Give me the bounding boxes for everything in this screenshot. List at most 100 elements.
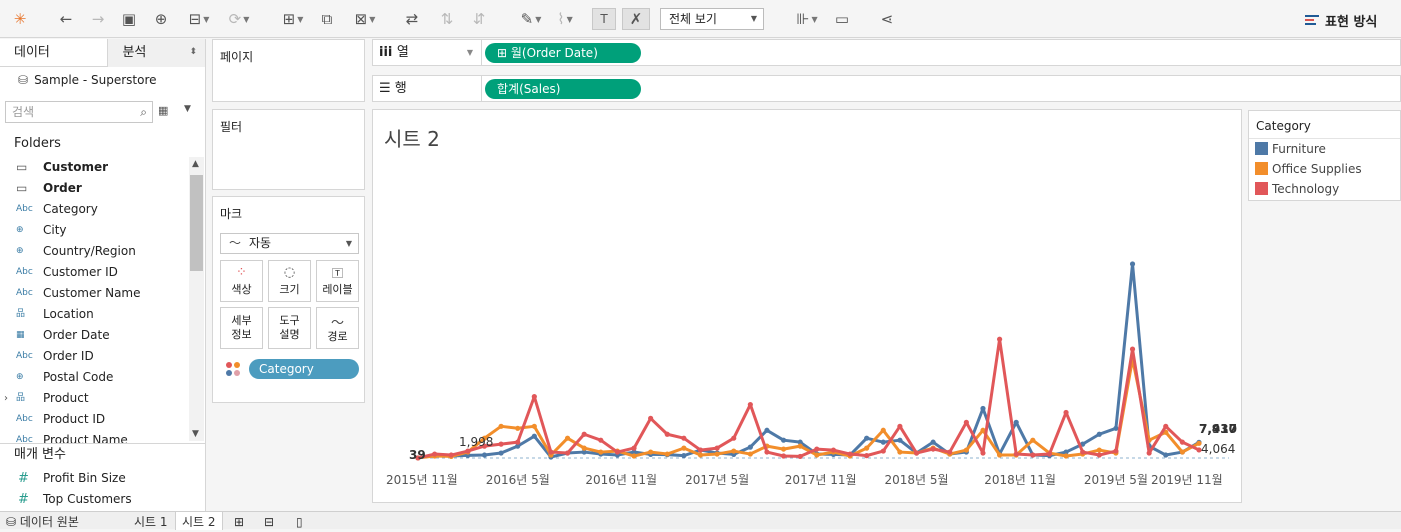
share-icon[interactable]: ⋖ [876, 8, 898, 30]
field-item[interactable]: Abc Category [0, 199, 190, 220]
search-row: 검색 ⌕ ▦ ▼ [0, 101, 205, 131]
color-legend: Category Furniture Office Supplies Techn… [1248, 110, 1401, 201]
highlight-icon[interactable]: ✎ ▼ [514, 8, 548, 30]
scroll-up-icon[interactable]: ▲ [192, 159, 199, 169]
field-list-scrollbar[interactable]: ▲ ▼ [189, 157, 204, 441]
field-item[interactable]: ▭ Order [0, 178, 190, 199]
redo-icon[interactable]: → [87, 8, 109, 30]
legend-item[interactable]: Office Supplies [1249, 159, 1400, 179]
field-item[interactable]: Abc Product ID [0, 409, 190, 430]
parameter-label: Top Customers [43, 492, 132, 506]
filters-card[interactable]: 필터 [212, 109, 365, 190]
field-item[interactable]: ▭ Customer [0, 157, 190, 178]
field-item[interactable]: ⊕ Postal Code [0, 367, 190, 388]
category-color-pill[interactable]: Category [249, 359, 359, 379]
field-item[interactable]: › 品 Product [0, 388, 190, 409]
search-input[interactable]: 검색 ⌕ [5, 101, 153, 123]
chevron-right-icon[interactable]: › [4, 388, 8, 409]
data-point [1179, 449, 1185, 455]
chevron-down-icon: ▼ [345, 239, 352, 248]
tooltip-button[interactable]: 도구 설명 [268, 307, 311, 349]
color-button[interactable]: ⁘ 색상 [220, 260, 263, 302]
show-me-button[interactable]: 표현 방식 [1305, 11, 1377, 30]
mark-type-dropdown[interactable]: 〜 자동 ▼ [220, 233, 359, 254]
new-sheet-icon[interactable]: ⊞ [228, 512, 250, 530]
data-point [731, 448, 737, 454]
duplicate-sheet-icon[interactable]: ⧉ [316, 8, 338, 30]
new-worksheet-icon[interactable]: ⊞ ▼ [276, 8, 310, 30]
field-item[interactable]: Abc Customer ID [0, 262, 190, 283]
new-dashboard-icon[interactable]: ⊟ [258, 512, 280, 530]
scroll-down-icon[interactable]: ▼ [192, 429, 199, 439]
columns-shelf[interactable]: iii 열 ▼ ⊞ 월(Order Date) [372, 39, 1401, 66]
field-label: Location [43, 307, 94, 321]
field-item[interactable]: Abc Customer Name [0, 283, 190, 304]
tab-datasource[interactable]: ⛁ 데이터 원본 [0, 512, 85, 530]
data-point [797, 443, 803, 449]
path-button[interactable]: 〜 경로 [316, 307, 359, 349]
undo-icon[interactable]: ← [55, 8, 77, 30]
field-item[interactable]: Abc Order ID [0, 346, 190, 367]
field-label: Order ID [43, 349, 94, 363]
label-button[interactable]: 🅃 레이블 [316, 260, 359, 302]
data-point [531, 433, 537, 439]
save-icon[interactable]: ▣ [118, 8, 140, 30]
sort-descending-icon[interactable]: ⇵ [468, 8, 490, 30]
legend-item[interactable]: Technology [1249, 179, 1400, 199]
parameter-icon: # [18, 492, 29, 507]
rows-shelf[interactable]: ☰ 행 합계(Sales) [372, 75, 1401, 102]
view-fit-dropdown[interactable]: 전체 보기 ▼ [660, 8, 764, 30]
presentation-mode-icon[interactable]: ▭ [831, 8, 853, 30]
data-point [1163, 423, 1169, 429]
tab-sheet-2[interactable]: 시트 2 [175, 512, 223, 530]
refresh-icon[interactable]: ⟳ ▼ [221, 8, 257, 30]
scrollbar-thumb[interactable] [190, 175, 203, 271]
field-item[interactable]: ⊕ City [0, 220, 190, 241]
parameter-item[interactable]: # Top Customers [0, 489, 200, 510]
chevron-down-icon[interactable]: ▼ [184, 104, 191, 114]
show-cards-icon[interactable]: ⊪ ▼ [790, 8, 824, 30]
data-point [930, 439, 936, 445]
show-labels-icon[interactable]: T [592, 8, 616, 30]
datasource-options-icon[interactable]: ⊟ ▼ [182, 8, 216, 30]
x-tick-label: 2016년 11월 [585, 473, 657, 487]
sort-icon[interactable]: ⬍ [189, 39, 197, 66]
tab-sheet-1[interactable]: 시트 1 [128, 512, 174, 530]
data-point [963, 447, 969, 453]
color-icon: ⁘ [236, 265, 247, 280]
data-point [814, 446, 820, 452]
detail-button[interactable]: 세부 정보 [220, 307, 263, 349]
data-point [481, 452, 488, 458]
field-item[interactable]: ⊕ Country/Region [0, 241, 190, 262]
fix-axes-icon[interactable]: ✗ [622, 8, 650, 30]
pages-card[interactable]: 페이지 [212, 39, 365, 102]
new-story-icon[interactable]: ▯ [290, 512, 309, 530]
data-label: 7,417 [1199, 422, 1237, 436]
view-toggle-icon[interactable]: ▦ [158, 104, 168, 117]
x-tick-label: 2018년 5월 [885, 473, 949, 487]
legend-item[interactable]: Furniture [1249, 139, 1400, 159]
datasource-item[interactable]: ⛁ Sample - Superstore [0, 67, 205, 93]
data-point [681, 435, 687, 441]
field-item[interactable]: 品 Location [0, 304, 190, 325]
tab-analytics[interactable]: 분석 ⬍ [107, 39, 205, 67]
clear-sheet-icon[interactable]: ⊠ ▼ [348, 8, 382, 30]
tab-data[interactable]: 데이터 [0, 39, 107, 67]
columns-pill[interactable]: ⊞ 월(Order Date) [485, 43, 641, 63]
tableau-logo-icon[interactable]: ✳ [10, 8, 30, 30]
size-button[interactable]: ◌ 크기 [268, 260, 311, 302]
new-datasource-icon[interactable]: ⊕ [150, 8, 172, 30]
chevron-down-icon: ▼ [750, 14, 757, 23]
group-icon[interactable]: ⌇ ▼ [552, 8, 578, 30]
data-point [764, 449, 770, 455]
rows-pill[interactable]: 합계(Sales) [485, 79, 641, 99]
line-chart[interactable]: 2015년 11월 2016년 5월 2016년 11월 2017년 5월 2017년 … [373, 110, 1243, 504]
data-point [747, 444, 753, 450]
swap-icon[interactable]: ⇄ [401, 8, 423, 30]
sort-ascending-icon[interactable]: ⇅ [436, 8, 458, 30]
parameter-item[interactable]: # Profit Bin Size [0, 468, 200, 489]
field-item[interactable]: ▦ Order Date [0, 325, 190, 346]
data-point [1013, 419, 1019, 425]
legend-swatch [1255, 182, 1268, 195]
worksheet-view[interactable]: 시트 2 2015년 11월 2016년 5월 2016년 11월 2017년 5월 2… [372, 109, 1242, 503]
